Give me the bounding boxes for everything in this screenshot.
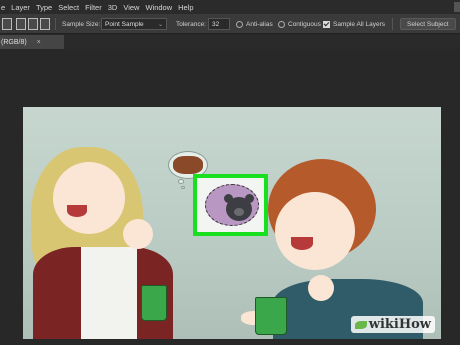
menu-item-window[interactable]: Window bbox=[142, 3, 175, 12]
sample-all-layers-checkbox[interactable] bbox=[323, 20, 330, 28]
bear-ear bbox=[245, 194, 254, 203]
anti-alias-checkbox[interactable] bbox=[236, 20, 243, 28]
brown-bear-drawing bbox=[173, 156, 203, 174]
white-shirt bbox=[81, 247, 137, 339]
menu-bar: e Layer Type Select Filter 3D View Windo… bbox=[0, 0, 460, 14]
document-tab[interactable]: (RGB/8) × bbox=[0, 35, 64, 49]
menu-item-type[interactable]: Type bbox=[33, 3, 55, 12]
menu-item-filter[interactable]: Filter bbox=[82, 3, 105, 12]
intersect-selection-icon[interactable] bbox=[40, 18, 50, 30]
girl-mouth bbox=[67, 205, 87, 217]
menu-item-edit[interactable]: e bbox=[0, 3, 8, 12]
girl-face bbox=[53, 162, 125, 234]
selected-purple-bubble[interactable] bbox=[205, 184, 259, 226]
green-cup-right bbox=[255, 297, 287, 335]
menu-item-view[interactable]: View bbox=[120, 3, 142, 12]
menu-item-3d[interactable]: 3D bbox=[105, 3, 121, 12]
anti-alias-label: Anti-alias bbox=[246, 20, 273, 28]
thought-bubble-tail bbox=[181, 186, 185, 189]
green-cup-left bbox=[141, 285, 167, 321]
sample-size-value: Point Sample bbox=[105, 20, 144, 28]
tolerance-label: Tolerance: bbox=[176, 20, 206, 28]
chevron-down-icon: ⌄ bbox=[157, 21, 163, 28]
bear-face-icon bbox=[224, 194, 254, 221]
second-girl-face bbox=[275, 192, 355, 270]
sample-all-layers-option[interactable]: Sample All Layers bbox=[323, 18, 385, 30]
select-subject-button[interactable]: Select Subject bbox=[400, 18, 456, 30]
document-tab-bar: (RGB/8) × bbox=[0, 35, 460, 49]
sample-size-select[interactable]: Point Sample ⌄ bbox=[101, 18, 167, 30]
menu-item-help[interactable]: Help bbox=[175, 3, 196, 12]
canvas-area[interactable]: wikiHow bbox=[0, 49, 460, 345]
thought-bubble-tail bbox=[178, 179, 184, 184]
subtract-from-selection-icon[interactable] bbox=[28, 18, 38, 30]
wikihow-logo-text: wikiHow bbox=[368, 317, 431, 332]
image-canvas[interactable]: wikiHow bbox=[23, 107, 441, 339]
second-girl-mouth bbox=[291, 237, 313, 250]
sample-all-layers-label: Sample All Layers bbox=[333, 20, 386, 28]
window-control-button[interactable] bbox=[454, 2, 460, 12]
menu-item-select[interactable]: Select bbox=[55, 3, 82, 12]
contiguous-checkbox[interactable] bbox=[278, 20, 285, 28]
bear-ear bbox=[224, 194, 233, 203]
contiguous-option[interactable]: Contiguous bbox=[278, 18, 321, 30]
wikihow-logo: wikiHow bbox=[350, 316, 435, 333]
sample-size-label: Sample Size: bbox=[62, 20, 101, 28]
anti-alias-option[interactable]: Anti-alias bbox=[236, 18, 273, 30]
bear-snout bbox=[234, 208, 244, 216]
add-to-selection-icon[interactable] bbox=[16, 18, 26, 30]
tool-options-bar: Sample Size: Point Sample ⌄ Tolerance: 3… bbox=[0, 14, 460, 34]
divider bbox=[392, 18, 393, 30]
close-icon[interactable]: × bbox=[37, 39, 41, 46]
girl-hand bbox=[123, 219, 153, 249]
selection-highlight[interactable] bbox=[193, 174, 268, 236]
contiguous-label: Contiguous bbox=[288, 20, 321, 28]
leaf-icon bbox=[354, 320, 367, 329]
divider bbox=[55, 18, 56, 30]
new-selection-icon[interactable] bbox=[2, 18, 12, 30]
menu-item-layer[interactable]: Layer bbox=[8, 3, 33, 12]
tolerance-input[interactable]: 32 bbox=[208, 18, 230, 30]
document-tab-label: (RGB/8) bbox=[1, 38, 27, 46]
second-girl-hand bbox=[308, 275, 334, 301]
